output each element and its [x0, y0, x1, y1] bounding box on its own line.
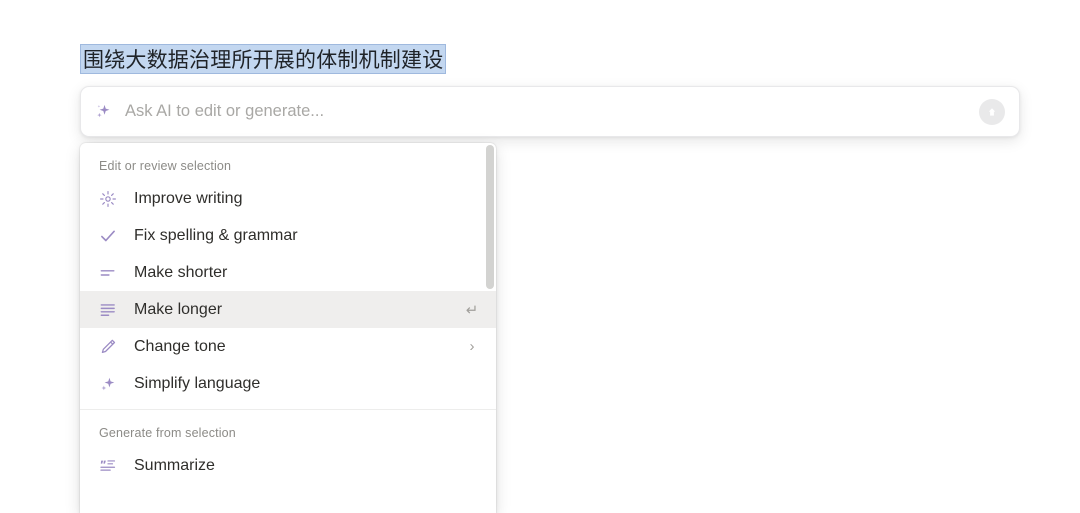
menu-item-summarize[interactable]: Summarize — [80, 447, 496, 484]
quote-lines-icon — [99, 457, 121, 475]
menu-section-label-edit: Edit or review selection — [99, 159, 232, 173]
ai-prompt-bar[interactable] — [80, 86, 1020, 137]
menu-item-improve-writing[interactable]: Improve writing — [80, 180, 496, 217]
menu-item-label: Summarize — [134, 456, 215, 474]
chevron-right-icon: › — [469, 338, 475, 355]
menu-item-label: Improve writing — [134, 189, 243, 207]
menu-item-make-longer[interactable]: Make longer ↵ — [80, 291, 496, 328]
ai-submit-button[interactable] — [979, 98, 1005, 125]
menu-item-make-shorter[interactable]: Make shorter — [80, 254, 496, 291]
sparkle-burst-icon — [99, 190, 121, 208]
arrow-up-circle-icon — [984, 104, 1000, 120]
menu-item-fix-spelling-grammar[interactable]: Fix spelling & grammar — [80, 217, 496, 254]
shorten-lines-icon — [99, 264, 121, 282]
menu-item-label: Change tone — [134, 337, 226, 355]
menu-scrollbar-track[interactable] — [486, 145, 494, 513]
ai-actions-menu[interactable]: Edit or review selection Improve writing… — [80, 143, 496, 513]
menu-item-change-tone[interactable]: Change tone › — [80, 328, 496, 365]
menu-scrollbar-thumb[interactable] — [486, 145, 494, 289]
menu-item-label: Fix spelling & grammar — [134, 226, 298, 244]
sparkle-icon — [99, 375, 121, 393]
menu-scroll-area[interactable]: Edit or review selection Improve writing… — [80, 143, 496, 513]
enter-key-icon: ↵ — [465, 301, 479, 319]
selected-text-highlight[interactable]: 围绕大数据治理所开展的体制机制建设 — [80, 44, 447, 74]
menu-section-label-generate: Generate from selection — [99, 426, 236, 440]
ai-prompt-input[interactable] — [125, 102, 979, 121]
menu-item-label: Simplify language — [134, 374, 261, 392]
sparkle-icon — [81, 103, 125, 120]
pen-icon — [99, 338, 121, 356]
menu-item-label: Make longer — [134, 300, 223, 318]
check-icon — [99, 227, 121, 245]
menu-item-simplify-language[interactable]: Simplify language — [80, 365, 496, 402]
lengthen-lines-icon — [99, 301, 121, 319]
menu-item-label: Make shorter — [134, 263, 228, 281]
